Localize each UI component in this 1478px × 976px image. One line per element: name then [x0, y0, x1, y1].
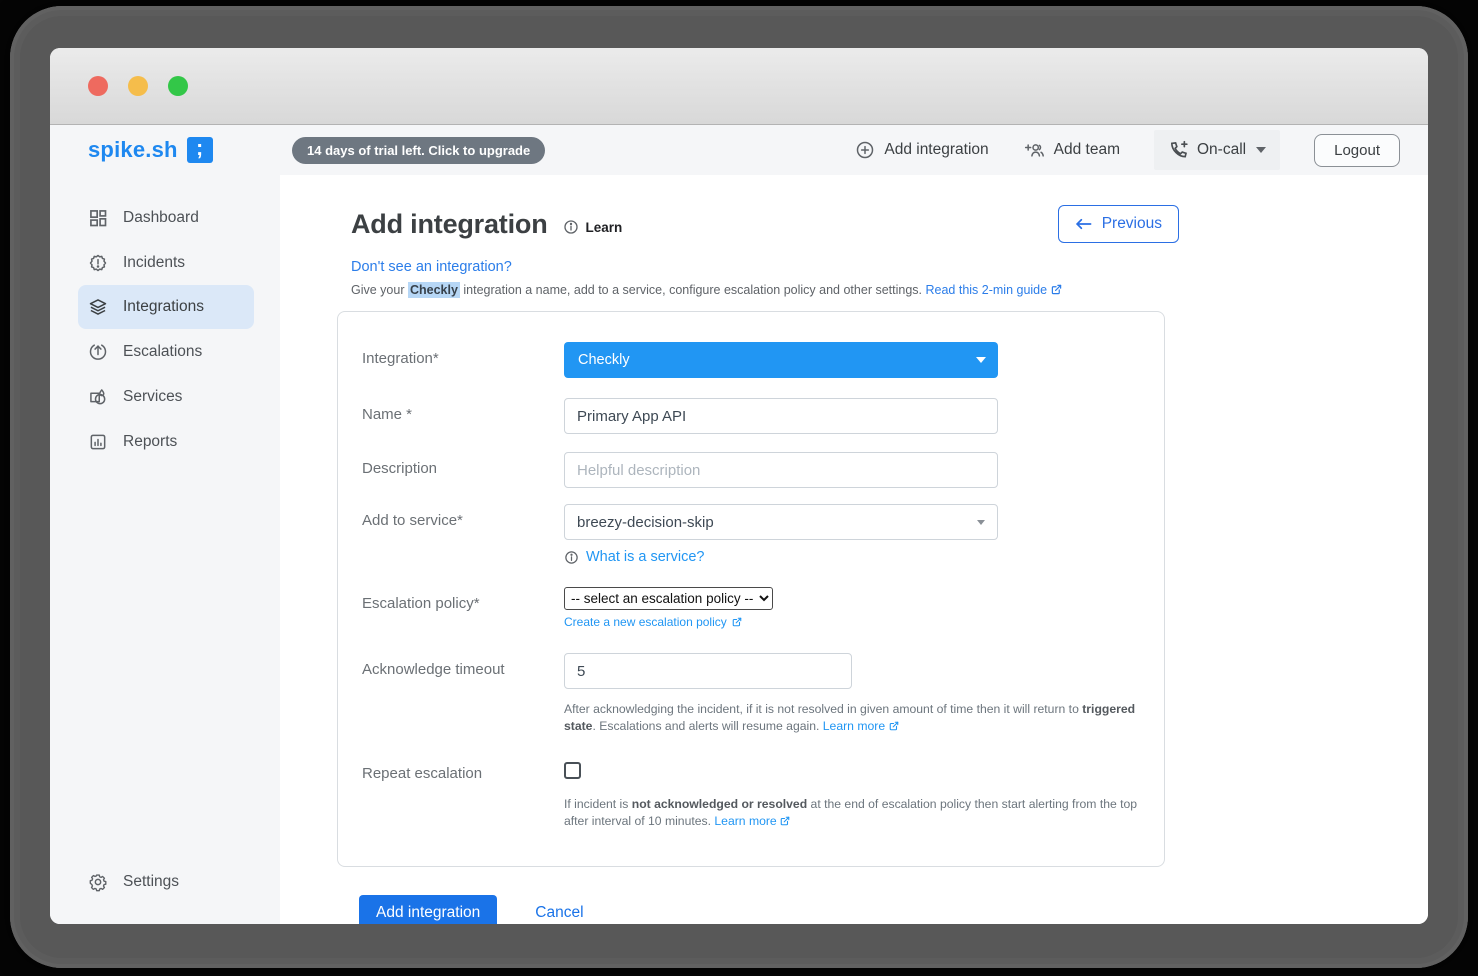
what-is-service-link[interactable]: What is a service? [564, 549, 998, 565]
chevron-down-icon [976, 357, 986, 363]
minimize-window-button[interactable] [128, 76, 148, 96]
previous-label: Previous [1101, 215, 1162, 232]
external-link-icon [780, 816, 790, 826]
repeat-helper-bold: not acknowledged or resolved [631, 797, 808, 812]
integration-select-value: Checkly [578, 352, 630, 368]
page-title: Add integration [351, 208, 548, 239]
sidebar-item-label: Escalations [123, 342, 203, 360]
maximize-window-button[interactable] [168, 76, 188, 96]
ack-learn-more-link[interactable]: Learn more [823, 719, 885, 733]
chevron-down-icon [977, 519, 985, 525]
logo-mark-icon: ; [186, 137, 213, 163]
sidebar-item-settings[interactable]: Settings [50, 859, 280, 904]
external-link-icon [1051, 284, 1061, 295]
sidebar-item-dashboard[interactable]: Dashboard [50, 195, 280, 240]
integration-form-card: Integration* Checkly Name * De [337, 311, 1165, 868]
external-link-icon [732, 617, 742, 627]
intro-suffix: integration a name, add to a service, co… [459, 283, 926, 297]
app-topbar: spike.sh ; 14 days of trial left. Click … [50, 125, 1428, 175]
info-icon [565, 550, 578, 564]
integration-field-label: Integration* [362, 350, 439, 367]
sidebar-item-reports[interactable]: Reports [50, 419, 280, 464]
repeat-escalation-checkbox[interactable] [564, 762, 581, 780]
dont-see-integration-link[interactable]: Don't see an integration? [351, 259, 1428, 275]
sidebar-item-label: Settings [123, 872, 180, 890]
ack-timeout-field-label: Acknowledge timeout [362, 661, 505, 678]
reports-chart-icon [90, 434, 106, 449]
what-is-service-label: What is a service? [586, 549, 705, 565]
repeat-escalation-field-label: Repeat escalation [362, 765, 483, 783]
sidebar-item-label: Reports [123, 432, 178, 450]
external-link-icon [889, 721, 898, 731]
sidebar-item-label: Integrations [123, 298, 204, 315]
logout-button[interactable]: Logout [1314, 133, 1400, 167]
previous-button[interactable]: Previous [1057, 205, 1179, 243]
ack-helper-part1: After acknowledging the incident, if it … [564, 702, 1083, 716]
name-field-label: Name * [362, 406, 413, 423]
sidebar-item-services[interactable]: Services [50, 374, 280, 419]
circle-plus-icon [857, 141, 874, 159]
window-titlebar [50, 48, 1428, 125]
sidebar-item-integrations[interactable]: Integrations [78, 285, 254, 329]
service-select[interactable]: breezy-decision-skip [564, 504, 998, 540]
intro-text: Give your Checkly integration a name, ad… [351, 282, 1428, 298]
on-call-dropdown[interactable]: On-call [1154, 130, 1281, 170]
incidents-badge-icon [89, 254, 107, 271]
dashboard-grid-icon [90, 209, 107, 226]
on-call-label: On-call [1197, 141, 1247, 158]
trial-upgrade-badge[interactable]: 14 days of trial left. Click to upgrade [292, 136, 546, 164]
sidebar-item-label: Services [123, 387, 183, 405]
escalation-policy-select[interactable]: -- select an escalation policy -- [564, 587, 773, 610]
integration-select[interactable]: Checkly [564, 342, 998, 378]
create-escalation-policy-link[interactable]: Create a new escalation policy [564, 615, 998, 629]
main-content: Add integration Learn Previous Don't see… [280, 175, 1428, 924]
services-shapes-icon [90, 388, 106, 404]
add-integration-topbar-button[interactable]: Add integration [855, 140, 989, 160]
sidebar: Dashboard Incidents Integrations Escalat… [50, 175, 280, 924]
intro-highlight: Checkly [407, 282, 460, 298]
sidebar-item-label: Incidents [123, 253, 186, 271]
description-field-label: Description [362, 460, 438, 477]
two-min-guide-link[interactable]: Read this 2-min guide [925, 283, 1047, 297]
integrations-layers-icon [89, 299, 107, 315]
add-integration-submit-button[interactable]: Add integration [359, 895, 498, 924]
add-integration-topbar-label: Add integration [884, 141, 989, 158]
ack-helper-part2: . Escalations and alerts will resume aga… [592, 719, 823, 734]
sidebar-item-incidents[interactable]: Incidents [50, 240, 280, 285]
cancel-link[interactable]: Cancel [535, 904, 583, 922]
escalations-arrow-icon [89, 343, 107, 360]
learn-label: Learn [585, 219, 623, 235]
create-escalation-policy-label: Create a new escalation policy [564, 615, 727, 629]
service-field-label: Add to service* [362, 512, 463, 529]
policy-field-label: Escalation policy* [362, 595, 480, 612]
logo[interactable]: spike.sh ; [50, 137, 280, 163]
learn-link[interactable]: Learn [563, 219, 622, 235]
add-team-label: Add team [1053, 141, 1120, 158]
phone-plus-icon [1170, 140, 1188, 158]
sidebar-item-label: Dashboard [123, 208, 199, 226]
person-plus-icon [1024, 144, 1044, 157]
arrow-left-icon [1075, 218, 1092, 230]
ack-timeout-input[interactable] [564, 653, 852, 689]
sidebar-item-escalations[interactable]: Escalations [50, 329, 280, 374]
description-input[interactable] [564, 452, 998, 488]
repeat-escalation-helper-text: If incident is not acknowledged or resol… [564, 796, 1140, 830]
repeat-learn-more-link[interactable]: Learn more [714, 814, 776, 828]
intro-prefix: Give your [351, 283, 408, 297]
service-select-value: breezy-decision-skip [577, 513, 714, 531]
app-window: spike.sh ; 14 days of trial left. Click … [50, 48, 1428, 924]
ack-timeout-helper-text: After acknowledging the incident, if it … [564, 701, 1140, 735]
info-icon [564, 220, 579, 234]
gear-icon [89, 873, 107, 891]
close-window-button[interactable] [88, 76, 108, 96]
chevron-down-icon [1256, 147, 1267, 153]
repeat-helper-part1: If incident is [564, 797, 632, 812]
name-input[interactable] [564, 398, 998, 434]
logo-text: spike.sh [88, 137, 178, 162]
add-team-button[interactable]: Add team [1023, 140, 1120, 160]
